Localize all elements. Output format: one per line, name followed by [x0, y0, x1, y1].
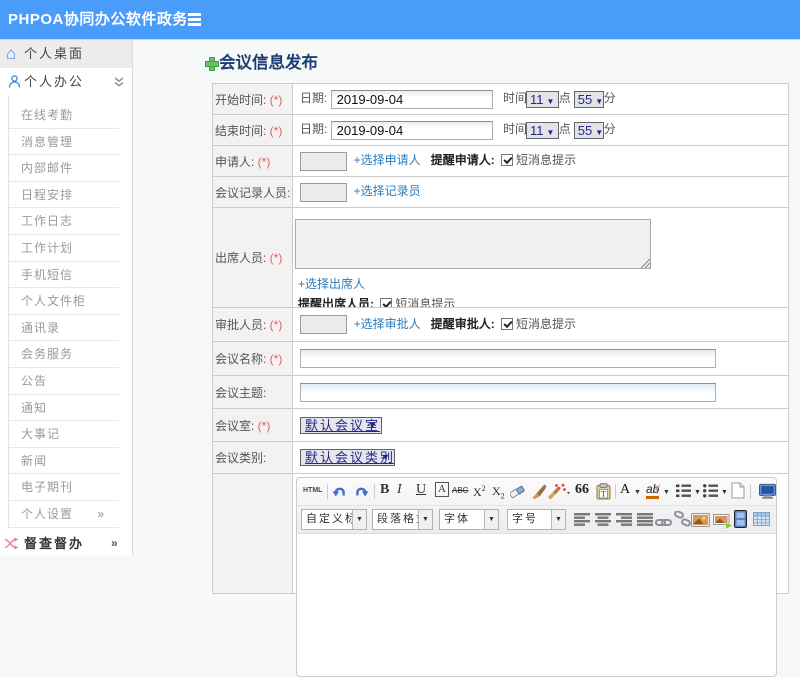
- svg-text:T: T: [601, 489, 607, 499]
